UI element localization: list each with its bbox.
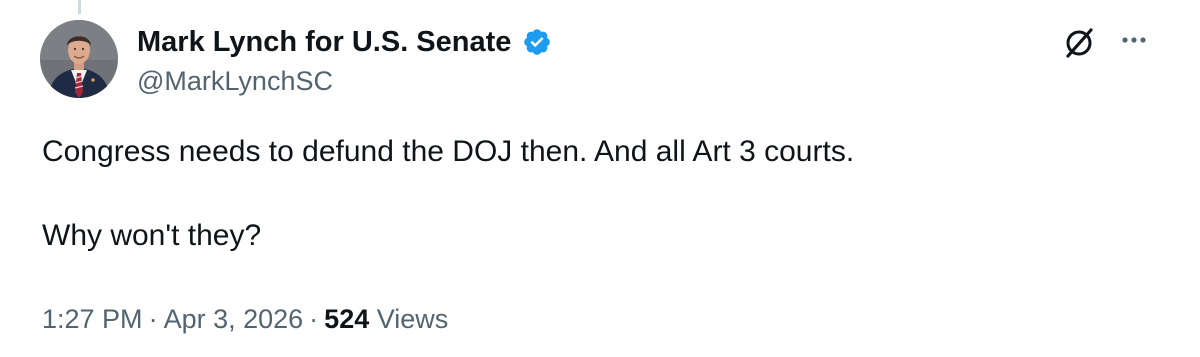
more-horizontal-icon <box>1122 37 1146 43</box>
views-count: 524 <box>324 304 370 334</box>
tweet-body: Congress needs to defund the DOJ then. A… <box>42 132 1142 256</box>
author-handle[interactable]: @MarkLynchSC <box>137 66 333 96</box>
views-label: Views <box>376 304 449 334</box>
tweet-date[interactable]: Apr 3, 2026 <box>164 304 304 334</box>
meta-separator: · <box>148 304 158 334</box>
tweet-card[interactable]: Mark Lynch for U.S. Senate @MarkLynchSC … <box>0 0 1200 357</box>
meta-separator: · <box>309 304 319 334</box>
more-options-button[interactable] <box>1116 22 1152 58</box>
grok-icon <box>1066 28 1093 58</box>
verified-badge-icon <box>524 29 550 55</box>
avatar-image <box>40 20 118 98</box>
avatar[interactable] <box>40 20 118 98</box>
thread-connector-line <box>78 0 81 14</box>
author-display-name[interactable]: Mark Lynch for U.S. Senate <box>137 26 511 58</box>
tweet-time[interactable]: 1:27 PM <box>42 304 143 334</box>
tweet-text-line: Congress needs to defund the DOJ then. A… <box>42 135 855 168</box>
grok-button[interactable] <box>1060 22 1100 62</box>
tweet-metadata: 1:27 PM · Apr 3, 2026 · 524 Views <box>42 302 448 336</box>
tweet-text-line: Why won't they? <box>42 219 262 252</box>
